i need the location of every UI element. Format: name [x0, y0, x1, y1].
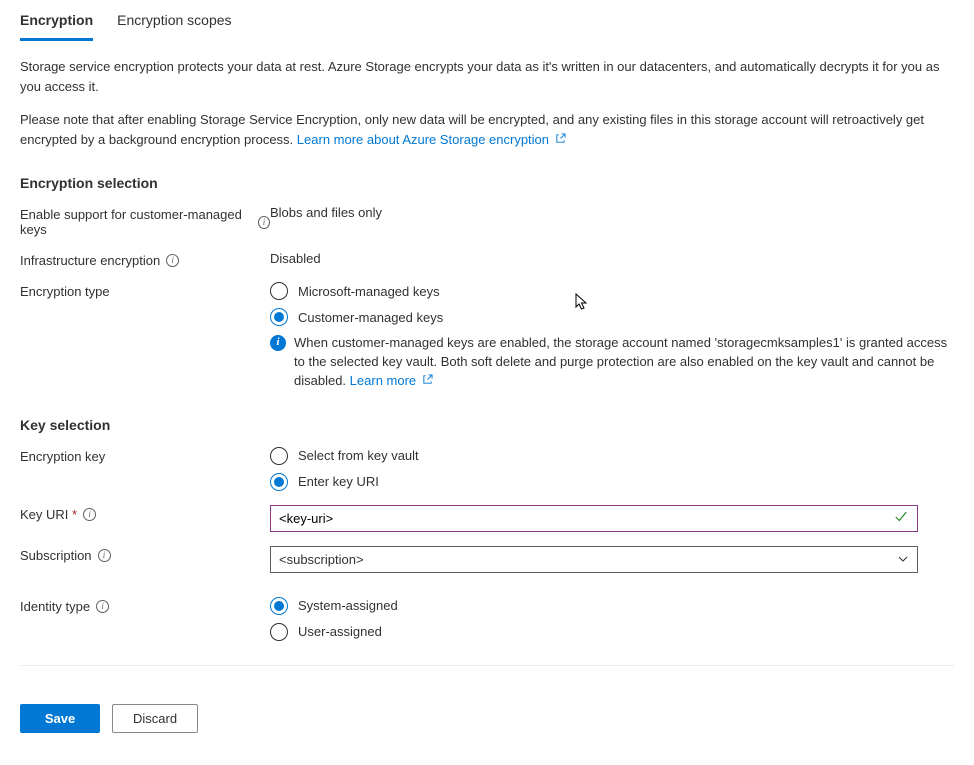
section-key-selection: Key selection — [20, 417, 954, 433]
radio-system-assigned[interactable]: System-assigned — [270, 597, 954, 615]
external-link-icon — [422, 373, 433, 388]
cmk-learn-more-link[interactable]: Learn more — [350, 373, 433, 388]
save-button[interactable]: Save — [20, 704, 100, 733]
radio-system-label: System-assigned — [298, 598, 398, 613]
infra-encryption-value: Disabled — [270, 251, 954, 266]
info-icon[interactable]: i — [166, 254, 179, 267]
identity-type-radio-group: System-assigned User-assigned — [270, 597, 954, 641]
learn-more-storage-encryption-text: Learn more about Azure Storage encryptio… — [297, 132, 549, 147]
required-indicator: * — [72, 507, 77, 522]
info-icon[interactable]: i — [258, 216, 270, 229]
radio-microsoft-managed[interactable]: Microsoft-managed keys — [270, 282, 954, 300]
encryption-type-label: Encryption type — [20, 282, 270, 299]
radio-user-label: User-assigned — [298, 624, 382, 639]
external-link-icon — [555, 132, 566, 147]
infra-encryption-label-text: Infrastructure encryption — [20, 253, 160, 268]
tab-encryption[interactable]: Encryption — [20, 12, 93, 41]
discard-button[interactable]: Discard — [112, 704, 198, 733]
radio-uri-label: Enter key URI — [298, 474, 379, 489]
key-uri-label: Key URI * i — [20, 505, 270, 522]
description-1: Storage service encryption protects your… — [20, 57, 954, 96]
radio-icon — [270, 282, 288, 300]
subscription-label-text: Subscription — [20, 548, 92, 563]
radio-icon — [270, 623, 288, 641]
section-encryption-selection: Encryption selection — [20, 175, 954, 191]
cmk-support-label: Enable support for customer-managed keys… — [20, 205, 270, 237]
radio-microsoft-label: Microsoft-managed keys — [298, 284, 440, 299]
subscription-label: Subscription i — [20, 546, 270, 563]
info-filled-icon: i — [270, 335, 286, 351]
key-uri-input[interactable] — [270, 505, 918, 532]
radio-customer-managed[interactable]: Customer-managed keys — [270, 308, 954, 326]
cmk-support-value: Blobs and files only — [270, 205, 954, 220]
info-icon[interactable]: i — [98, 549, 111, 562]
tab-encryption-scopes[interactable]: Encryption scopes — [117, 12, 231, 41]
radio-icon — [270, 308, 288, 326]
subscription-select[interactable]: <subscription> — [270, 546, 918, 573]
subscription-value: <subscription> — [279, 552, 364, 567]
radio-enter-key-uri[interactable]: Enter key URI — [270, 473, 954, 491]
radio-customer-label: Customer-managed keys — [298, 310, 443, 325]
cmk-support-label-text: Enable support for customer-managed keys — [20, 207, 252, 237]
radio-icon — [270, 447, 288, 465]
identity-type-label: Identity type i — [20, 597, 270, 614]
info-icon[interactable]: i — [83, 508, 96, 521]
description-2: Please note that after enabling Storage … — [20, 110, 954, 149]
key-uri-label-text: Key URI — [20, 507, 68, 522]
footer-actions: Save Discard — [0, 704, 974, 753]
radio-user-assigned[interactable]: User-assigned — [270, 623, 954, 641]
encryption-key-label: Encryption key — [20, 447, 270, 464]
cmk-info-callout: i When customer-managed keys are enabled… — [270, 334, 954, 391]
radio-vault-label: Select from key vault — [298, 448, 419, 463]
infra-encryption-label: Infrastructure encryption i — [20, 251, 270, 268]
check-icon — [894, 510, 908, 527]
learn-more-storage-encryption-link[interactable]: Learn more about Azure Storage encryptio… — [297, 132, 566, 147]
radio-icon — [270, 597, 288, 615]
chevron-down-icon — [897, 553, 909, 565]
info-icon[interactable]: i — [96, 600, 109, 613]
cmk-learn-more-text: Learn more — [350, 373, 416, 388]
radio-select-from-vault[interactable]: Select from key vault — [270, 447, 954, 465]
tab-bar: Encryption Encryption scopes — [0, 0, 974, 41]
radio-icon — [270, 473, 288, 491]
encryption-key-radio-group: Select from key vault Enter key URI — [270, 447, 954, 491]
divider — [20, 665, 954, 666]
encryption-type-radio-group: Microsoft-managed keys Customer-managed … — [270, 282, 954, 326]
identity-type-label-text: Identity type — [20, 599, 90, 614]
